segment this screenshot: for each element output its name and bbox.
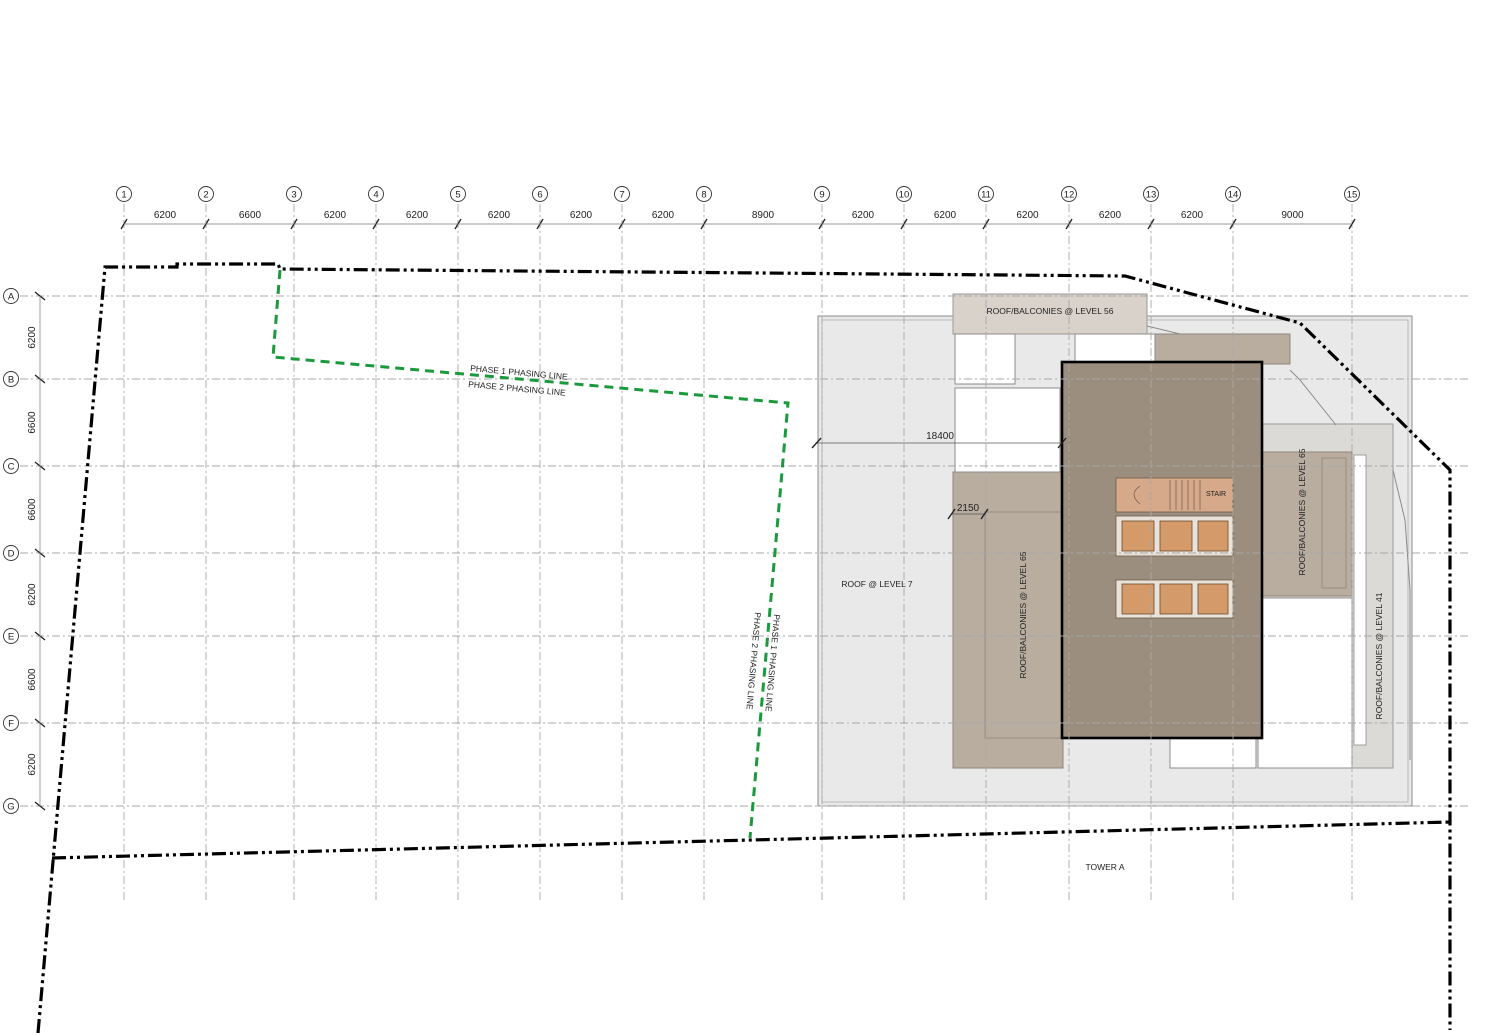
- roof-level-65-right-area: [1261, 451, 1353, 597]
- grid-label-column: 10: [899, 190, 910, 201]
- roof-level-7-label: ROOF @ LEVEL 7: [841, 579, 912, 589]
- stair-lift-core: STAIR: [1115, 477, 1234, 619]
- grid-label-row: A: [8, 292, 15, 303]
- site-plan: STAIR 1 2 3 4 5 6 7 8 9 10 11 12 13 14 15ABCDEFG 6200 6…: [3, 186, 1468, 1034]
- grid-label-column: 1: [121, 190, 126, 201]
- dim-label-column: 6200: [1181, 210, 1204, 221]
- grid-label-column: 14: [1228, 190, 1239, 201]
- tower-a-label: TOWER A: [1085, 862, 1124, 872]
- dim-label-column: 6200: [852, 210, 875, 221]
- grid-label-column: 6: [537, 190, 542, 201]
- stair-label: STAIR: [1206, 491, 1226, 498]
- grid-label-column: 4: [373, 190, 378, 201]
- phasing-line: PHASE 1 PHASING LINE PHASE 2 PHASING LIN…: [271, 269, 790, 839]
- dim-label-column: 9000: [1281, 210, 1304, 221]
- grid-label-column: 8: [701, 190, 706, 201]
- dim-label-row: 6600: [27, 498, 38, 521]
- roof-level-65-left-label: ROOF/BALCONIES @ LEVEL 65: [1018, 551, 1028, 678]
- grid-label-column: 13: [1146, 190, 1157, 201]
- lift-car: [1197, 583, 1229, 615]
- lift-car: [1197, 520, 1229, 552]
- dim-label-row: 6200: [27, 753, 38, 776]
- dim-label-column: 6200: [324, 210, 347, 221]
- grid-label-column: 11: [981, 190, 991, 201]
- grid-label-row: F: [8, 719, 14, 730]
- grid-label-row: G: [7, 802, 14, 813]
- dim-label-column: 6200: [934, 210, 957, 221]
- grid-label-column: 9: [819, 190, 824, 201]
- grid-label-row: C: [8, 462, 15, 473]
- dim-label-row: 6200: [27, 326, 38, 349]
- lift-car: [1121, 520, 1155, 552]
- dim-label-column: 6200: [406, 210, 429, 221]
- dim-label-row: 6600: [27, 668, 38, 691]
- lift-car: [1159, 583, 1193, 615]
- grid-label-row: D: [8, 549, 15, 560]
- site-boundary-south: [51, 820, 1451, 860]
- dim-label-column: 6200: [570, 210, 593, 221]
- grid-label-column: 2: [203, 190, 208, 201]
- dim-label-column: 6600: [239, 210, 262, 221]
- dimension-18400-label: 18400: [926, 431, 954, 442]
- dimension-2150-label: 2150: [957, 503, 980, 514]
- grid-label-row: E: [8, 632, 14, 643]
- roof-level-65-right-label: ROOF/BALCONIES @ LEVEL 65: [1297, 448, 1307, 575]
- dim-label-column: 6200: [1099, 210, 1122, 221]
- dim-label-row: 6200: [27, 583, 38, 606]
- roof-level-65-left-area: [952, 471, 1064, 769]
- grid-label-column: 7: [619, 190, 624, 201]
- dim-label-column: 6200: [488, 210, 511, 221]
- lift-car: [1121, 583, 1155, 615]
- grid-label-column: 12: [1064, 190, 1075, 201]
- roof-level-65-north: [1154, 333, 1291, 365]
- lift-car: [1159, 520, 1193, 552]
- grid-label-column: 3: [291, 190, 296, 201]
- dim-label-column: 6200: [652, 210, 675, 221]
- grid-label-column: 15: [1347, 190, 1358, 201]
- dim-label-column: 6200: [1016, 210, 1039, 221]
- grid-label-row: B: [8, 375, 14, 386]
- dim-label-column: 8900: [752, 210, 775, 221]
- phase2-label-vertical: PHASE 2 PHASING LINE: [744, 612, 763, 711]
- roof-level-41-label: ROOF/BALCONIES @ LEVEL 41: [1374, 592, 1384, 719]
- roof-level-56-label: ROOF/BALCONIES @ LEVEL 56: [987, 306, 1114, 316]
- dim-label-row: 6600: [27, 411, 38, 434]
- building-masses: STAIR: [817, 293, 1413, 807]
- grid-label-column: 5: [455, 190, 460, 201]
- dim-label-column: 6200: [154, 210, 177, 221]
- phase1-label-vertical: PHASE 1 PHASING LINE: [763, 614, 782, 713]
